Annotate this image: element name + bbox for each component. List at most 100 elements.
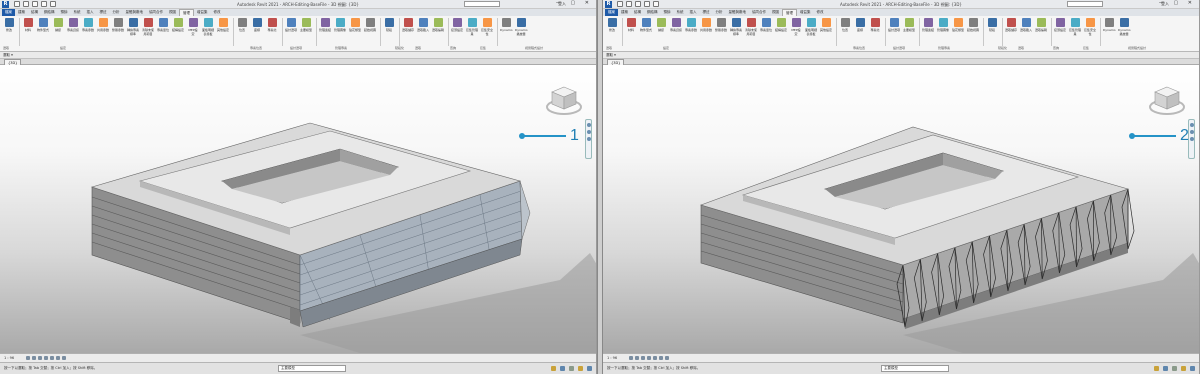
ribbon-tab[interactable]: 插入 [84,9,97,16]
ribbon-button[interactable]: 巨集安全性 [481,18,493,38]
ribbon-button[interactable]: 清除未使用項目 [745,18,757,38]
ribbon-button[interactable]: 起始視圖 [967,18,979,38]
ribbon-tab[interactable]: 分析 [110,9,123,16]
ribbon-tab[interactable]: 量體與敷地 [123,9,147,16]
ribbon-button[interactable]: 清除未使用項目 [142,18,154,38]
ribbon-button[interactable]: 管理連結 [922,18,934,38]
crop-icon[interactable] [50,356,54,360]
pan-icon[interactable] [586,130,591,134]
ribbon-tab[interactable]: 系統 [71,9,84,16]
ribbon-button[interactable]: 其他設定 [217,18,229,38]
hide-icon[interactable] [659,356,663,360]
ribbon-button[interactable]: 主要模型 [300,18,312,38]
crop-icon[interactable] [653,356,657,360]
view-scale[interactable]: 1 : 96 [607,356,617,360]
sun-path-icon[interactable] [38,356,42,360]
temporary-hide-icon[interactable] [62,356,66,360]
ribbon-tab[interactable]: 管理 [782,9,797,16]
ribbon-button[interactable]: 捕捉 [655,18,667,38]
ribbon-tab[interactable]: 檔案 [2,9,15,16]
design-option-select[interactable]: 主要模型 [278,365,346,372]
filter-icon[interactable] [1172,366,1177,371]
3d-viewport[interactable]: 1 [0,65,596,353]
zoom-icon[interactable] [586,123,591,127]
ribbon-tab[interactable]: 鋼結構 [41,9,58,16]
select-links-icon[interactable] [1181,366,1186,371]
ribbon-tab[interactable]: 結構 [631,9,644,16]
ribbon-button[interactable]: 設計選項 [888,18,900,38]
ribbon-tab[interactable]: 管理 [179,9,194,16]
worksets-icon[interactable] [560,366,565,371]
ribbon-button[interactable]: 選取編輯 [1035,18,1047,38]
ribbon-button[interactable]: 其他設定 [820,18,832,38]
ribbon-tab[interactable]: 建築 [15,9,28,16]
ribbon-tab[interactable]: 插入 [687,9,700,16]
select-pinned-icon[interactable] [1190,366,1195,371]
visual-style-icon[interactable] [32,356,36,360]
ribbon-button[interactable]: 專案參數 [685,18,697,38]
ribbon-button[interactable]: 專案單位 [157,18,169,38]
shadows-icon[interactable] [44,356,48,360]
zoom-icon[interactable] [1189,123,1194,127]
ribbon-button[interactable]: 巨集管理員 [466,18,478,38]
ribbon-button[interactable]: Dynamo [500,18,513,38]
ribbon-tab[interactable]: 協同合作 [146,9,166,16]
ribbon-tab[interactable]: 鋼結構 [644,9,661,16]
filter-icon[interactable] [569,366,574,371]
ribbon-button[interactable]: 專案北 [869,18,881,38]
navigation-wheel-icon[interactable] [1188,119,1195,159]
ribbon-button[interactable]: 整體參數 [715,18,727,38]
search-input[interactable] [464,1,500,7]
pan-icon[interactable] [1189,130,1194,134]
window-controls[interactable]: — ▢ ✕ [1159,0,1196,6]
ribbon-button[interactable]: 修改 [606,18,618,38]
ribbon-button[interactable]: 管理圖像 [334,18,346,38]
ribbon-button[interactable]: 轉換專案標準 [730,18,742,38]
search-input[interactable] [1067,1,1103,7]
ribbon-button[interactable]: 整體參數 [112,18,124,38]
ribbon-button[interactable]: 面板明細表樣板 [202,18,214,38]
ribbon-tab[interactable]: 增益集 [797,9,814,16]
window-controls[interactable]: — ▢ ✕ [556,0,593,6]
design-option-select[interactable]: 主要模型 [881,365,949,372]
ribbon-tab[interactable]: 預鑄 [661,9,674,16]
ribbon-button[interactable]: 修改 [3,18,15,38]
ribbon-button[interactable]: 選取儲存 [1005,18,1017,38]
ribbon-button[interactable]: 專案資訊 [670,18,682,38]
ribbon-tab[interactable]: 協同合作 [749,9,769,16]
ribbon-button[interactable]: 起始視圖 [364,18,376,38]
3d-viewport[interactable]: 2 [603,65,1199,353]
detail-level-icon[interactable] [629,356,633,360]
ribbon-button[interactable]: 巨集管理員 [1069,18,1081,38]
ribbon-tab[interactable]: 修改 [814,9,827,16]
ribbon-button[interactable]: 結構設定 [172,18,184,38]
ribbon-button[interactable]: 選取儲存 [402,18,414,38]
ribbon-button[interactable]: MEP設定 [187,18,199,38]
ribbon-tab[interactable]: 標註 [97,9,110,16]
ribbon-tab[interactable]: 分析 [713,9,726,16]
ribbon-tab[interactable]: 增益集 [194,9,211,16]
ribbon-tab[interactable]: 建築 [618,9,631,16]
ribbon-button[interactable]: 物件型式 [37,18,49,38]
ribbon-button[interactable]: 接頭設定 [1054,18,1066,38]
viewcube-icon[interactable] [544,79,584,119]
options-bar[interactable]: 選取 ▾ [0,52,596,59]
hide-icon[interactable] [56,356,60,360]
select-pinned-icon[interactable] [587,366,592,371]
ribbon-button[interactable]: 位置 [839,18,851,38]
detail-level-icon[interactable] [26,356,30,360]
ribbon-tab[interactable]: 視圖 [769,9,782,16]
ribbon-button[interactable]: 物件型式 [640,18,652,38]
ribbon-tab[interactable]: 結構 [28,9,41,16]
ribbon-tab[interactable]: 標註 [700,9,713,16]
ribbon-button[interactable]: Dynamo [1103,18,1116,38]
orbit-icon[interactable] [1189,137,1194,141]
ribbon-button[interactable]: Dynamo播放器 [515,18,528,38]
ribbon-button[interactable]: 階段 [383,18,395,38]
worksets-icon[interactable] [1163,366,1168,371]
ribbon-button[interactable]: 專案單位 [760,18,772,38]
ribbon-button[interactable]: 座標 [251,18,263,38]
ribbon-tab[interactable]: 修改 [211,9,224,16]
ribbon-button[interactable]: 巨集安全性 [1084,18,1096,38]
ribbon-tab[interactable]: 量體與敷地 [726,9,750,16]
